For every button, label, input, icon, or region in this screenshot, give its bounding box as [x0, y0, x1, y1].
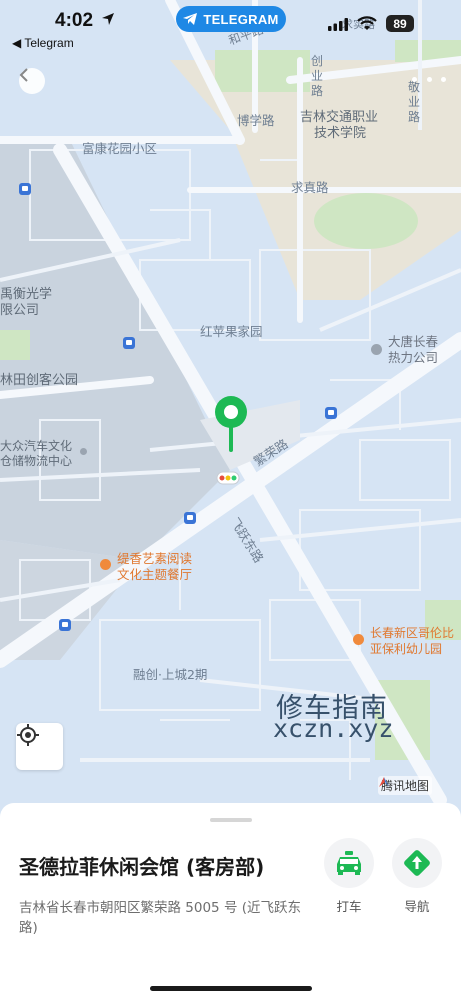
bus-stop-icon[interactable] [123, 337, 135, 349]
navigate-button-circle[interactable] [392, 838, 442, 888]
more-dot-icon [441, 76, 446, 82]
map-label-college-line1: 吉林交通职业 [300, 110, 379, 125]
map-label-tixiang-line2[interactable]: 文化主题餐厅 [117, 567, 192, 582]
taxi-label: 打车 [336, 899, 362, 914]
map-label-chuangye-road: 创业路 [311, 54, 324, 98]
map-label-lintian: 林田创客公园 [0, 373, 79, 388]
map-label-dazhong-line2: 仓储物流中心 [0, 454, 73, 468]
map-label-tixiang-line1[interactable]: 缇香艺素阅读 [117, 551, 192, 566]
chevron-left-icon [19, 68, 28, 82]
map-label-dazhong-line1: 大众汽车文化 [0, 439, 73, 453]
cellular-signal-icon [328, 18, 348, 31]
taxi-button-circle[interactable] [324, 838, 374, 888]
tencent-map-icon [379, 777, 389, 787]
map-label-boxue-road: 博学路 [237, 113, 275, 128]
place-address: 吉林省长春市朝阳区繁荣路 5005 号 (近飞跃东路) [19, 900, 301, 936]
more-options-button[interactable] [412, 72, 446, 86]
telegram-pill-label: TELEGRAM [203, 11, 279, 27]
map-label-kindergarten-line1[interactable]: 长春新区哥伦比 [370, 626, 454, 640]
location-arrow-icon [102, 13, 114, 25]
battery-indicator: 89 [386, 15, 414, 32]
navigate-button[interactable]: 导航 [391, 838, 443, 915]
wifi-icon [357, 16, 377, 30]
bus-stop-icon[interactable] [325, 407, 337, 419]
map-label-hongpingguo: 红苹果家园 [200, 324, 263, 339]
locate-me-button[interactable] [16, 723, 63, 770]
poi-marker-icon[interactable] [80, 448, 87, 455]
telegram-plane-icon [183, 13, 198, 25]
bus-stop-icon[interactable] [59, 619, 71, 631]
map-label-jingye-road: 敬业路 [408, 80, 421, 124]
status-time: 4:02 [55, 10, 94, 31]
map-label-kindergarten-line2[interactable]: 亚保利幼儿园 [370, 642, 442, 656]
home-indicator[interactable] [150, 986, 312, 991]
map-back-button[interactable] [19, 68, 45, 94]
map-view[interactable]: 求实路 和平路 创业路 敬业路 博学路 吉林交通职业 技术学院 富康花园小区 求… [0, 0, 461, 820]
map-provider-logo: 腾讯地图 [378, 776, 433, 795]
telegram-pill[interactable]: TELEGRAM [176, 6, 286, 32]
watermark-url: xczn.xyz [273, 714, 394, 743]
map-label-college-line2: 技术学院 [314, 126, 367, 141]
sheet-grabber[interactable] [210, 818, 252, 822]
place-name: 圣德拉菲休闲会馆 (客房部) [19, 855, 265, 879]
map-label-yuheng-line1: 禹衡光学 [0, 287, 53, 302]
kindergarten-poi-icon[interactable] [353, 634, 364, 645]
restaurant-poi-icon[interactable] [100, 559, 111, 570]
map-label-rongchuang: 融创·上城2期 [133, 667, 208, 682]
map-label-yuheng-line2: 限公司 [0, 303, 40, 318]
place-detail-sheet: 圣德拉菲休闲会馆 (客房部) 吉林省长春市朝阳区繁荣路 5005 号 (近飞跃东… [0, 803, 461, 1000]
map-label-fukang: 富康花园小区 [82, 141, 158, 156]
navigate-label: 导航 [404, 899, 430, 914]
bus-stop-icon[interactable] [184, 512, 196, 524]
taxi-button[interactable]: 打车 [323, 838, 375, 915]
crosshair-icon [17, 724, 39, 746]
more-dot-icon [426, 76, 432, 82]
navigation-icon [404, 850, 430, 876]
back-to-app-link[interactable]: ◀ Telegram [12, 36, 74, 50]
map-label-qiuzhen-road: 求真路 [291, 180, 329, 195]
map-label-datang-line1[interactable]: 大唐长春 [388, 334, 438, 349]
poi-marker-icon[interactable] [371, 344, 382, 355]
bus-stop-icon[interactable] [19, 183, 31, 195]
map-label-datang-line2[interactable]: 热力公司 [388, 350, 438, 365]
taxi-icon [337, 851, 361, 875]
location-pin-icon[interactable] [212, 394, 250, 452]
more-dot-icon [412, 76, 417, 82]
